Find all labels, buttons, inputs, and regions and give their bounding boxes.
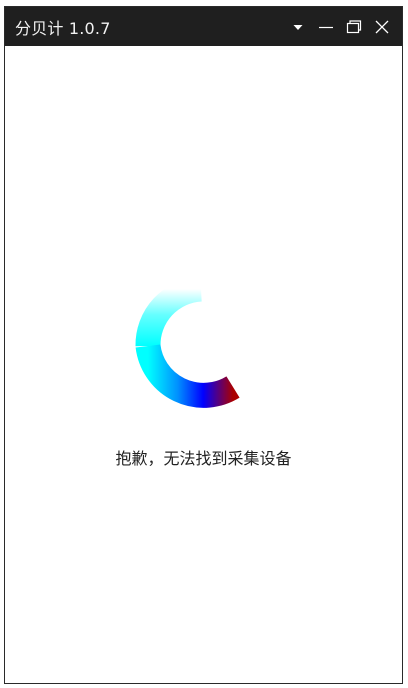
loading-spinner-icon [135, 276, 240, 408]
close-icon [375, 20, 389, 33]
title-bar[interactable]: 分贝计 1.0.7 [5, 7, 402, 46]
menu-dropdown-button[interactable] [284, 13, 312, 41]
window-title: 分贝计 1.0.7 [15, 18, 111, 38]
maximize-button[interactable] [340, 13, 368, 41]
close-button[interactable] [368, 13, 396, 41]
restore-icon [346, 19, 362, 33]
main-content: 抱歉，无法找到采集设备 [5, 46, 402, 683]
app-window: 分贝计 1.0.7 抱歉，无法找到采集设备 [4, 6, 403, 684]
minimize-button[interactable] [312, 13, 340, 41]
status-message: 抱歉，无法找到采集设备 [115, 449, 292, 468]
window-controls [284, 7, 396, 46]
chevron-down-icon [293, 24, 303, 30]
minimize-icon [319, 26, 333, 28]
